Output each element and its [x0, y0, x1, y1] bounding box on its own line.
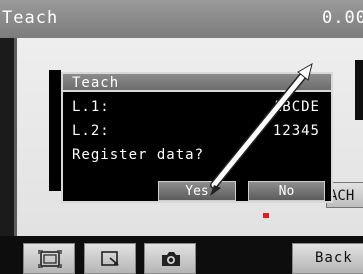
no-button[interactable]: No	[248, 181, 325, 201]
row-value-l2: 12345	[272, 123, 320, 139]
register-dialog: Teach L.1: ABCDE L.2: 12345 Register dat…	[61, 72, 333, 203]
zoom-window-icon	[101, 251, 120, 266]
row-label-l1: L.1:	[72, 99, 110, 115]
camera-icon	[162, 252, 180, 266]
header-value: 0.00	[322, 8, 363, 28]
back-button[interactable]: Back	[292, 243, 363, 274]
screen-title: Teach	[2, 8, 59, 28]
dialog-title: Teach	[63, 74, 331, 92]
status-indicator	[263, 213, 269, 218]
dialog-shadow	[49, 70, 61, 191]
row-label-l2: L.2:	[72, 123, 110, 139]
row-value-l1: ABCDE	[272, 99, 320, 115]
frame-button[interactable]	[23, 243, 75, 274]
side-tab[interactable]	[355, 60, 363, 120]
camera-button[interactable]	[144, 243, 196, 274]
frame-icon	[38, 250, 62, 268]
zoom-window-button[interactable]	[84, 243, 136, 274]
dialog-prompt: Register data?	[72, 147, 205, 163]
title-bar: Teach 0.00	[0, 0, 363, 38]
teach-screen: Teach 0.00 ACH Teach L.1: ABCDE L.2: 123…	[0, 0, 363, 274]
yes-button[interactable]: Yes	[158, 181, 236, 201]
